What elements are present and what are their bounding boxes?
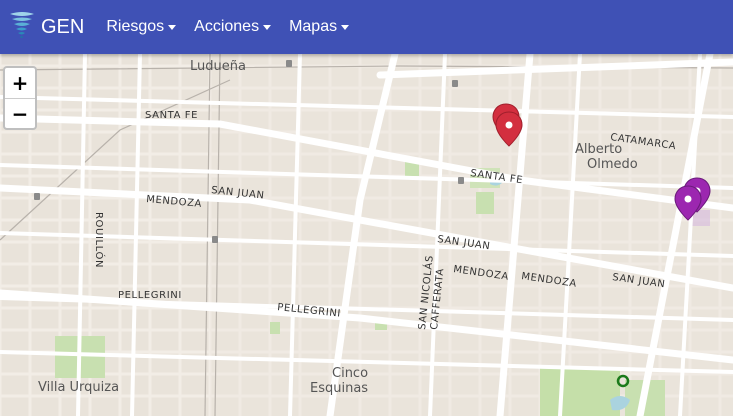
map-view[interactable]: SANTA FE SANTA FE CATAMARCA MENDOZA MEND… (0, 54, 733, 416)
place-label-alberto-olmedo: Olmedo (587, 157, 638, 172)
caret-down-icon (168, 25, 177, 30)
menu-riesgos[interactable]: Riesgos (106, 18, 177, 36)
tornado-icon (8, 10, 36, 45)
bus-stop-icon (212, 236, 218, 243)
place-label-villa-urquiza: Villa Urquiza (38, 380, 119, 395)
zoom-in-button[interactable]: + (5, 68, 35, 98)
menu-mapas[interactable]: Mapas (289, 18, 350, 36)
street-label-pellegrini: PELLEGRINI (118, 290, 182, 301)
place-label-cinco-esquinas: Cinco (332, 366, 368, 381)
menu-acciones-label: Acciones (194, 18, 260, 35)
menu-acciones[interactable]: Acciones (194, 18, 272, 36)
bus-stop-icon (458, 177, 464, 184)
place-label-luduena: Ludueña (190, 59, 246, 74)
caret-down-icon (341, 25, 350, 30)
bus-stop-icon (34, 193, 40, 200)
street-label-rouillon: ROUILLÓN (93, 212, 106, 268)
brand-title: GEN (41, 15, 85, 38)
top-navbar: GEN Riesgos Acciones Mapas (0, 0, 733, 54)
menu-mapas-label: Mapas (289, 18, 338, 35)
brand[interactable]: GEN (8, 10, 84, 45)
map-canvas[interactable]: SANTA FE SANTA FE CATAMARCA MENDOZA MEND… (0, 54, 733, 416)
street-label-santa-fe: SANTA FE (145, 110, 198, 121)
bus-stop-icon (452, 80, 458, 87)
place-label-cinco-esquinas: Esquinas (310, 381, 368, 396)
zoom-control: + − (3, 66, 37, 130)
menu-riesgos-label: Riesgos (106, 18, 165, 35)
zoom-out-button[interactable]: − (5, 98, 35, 129)
caret-down-icon (263, 25, 272, 30)
place-label-alberto-olmedo: Alberto (575, 142, 622, 157)
bus-stop-icon (286, 60, 292, 67)
